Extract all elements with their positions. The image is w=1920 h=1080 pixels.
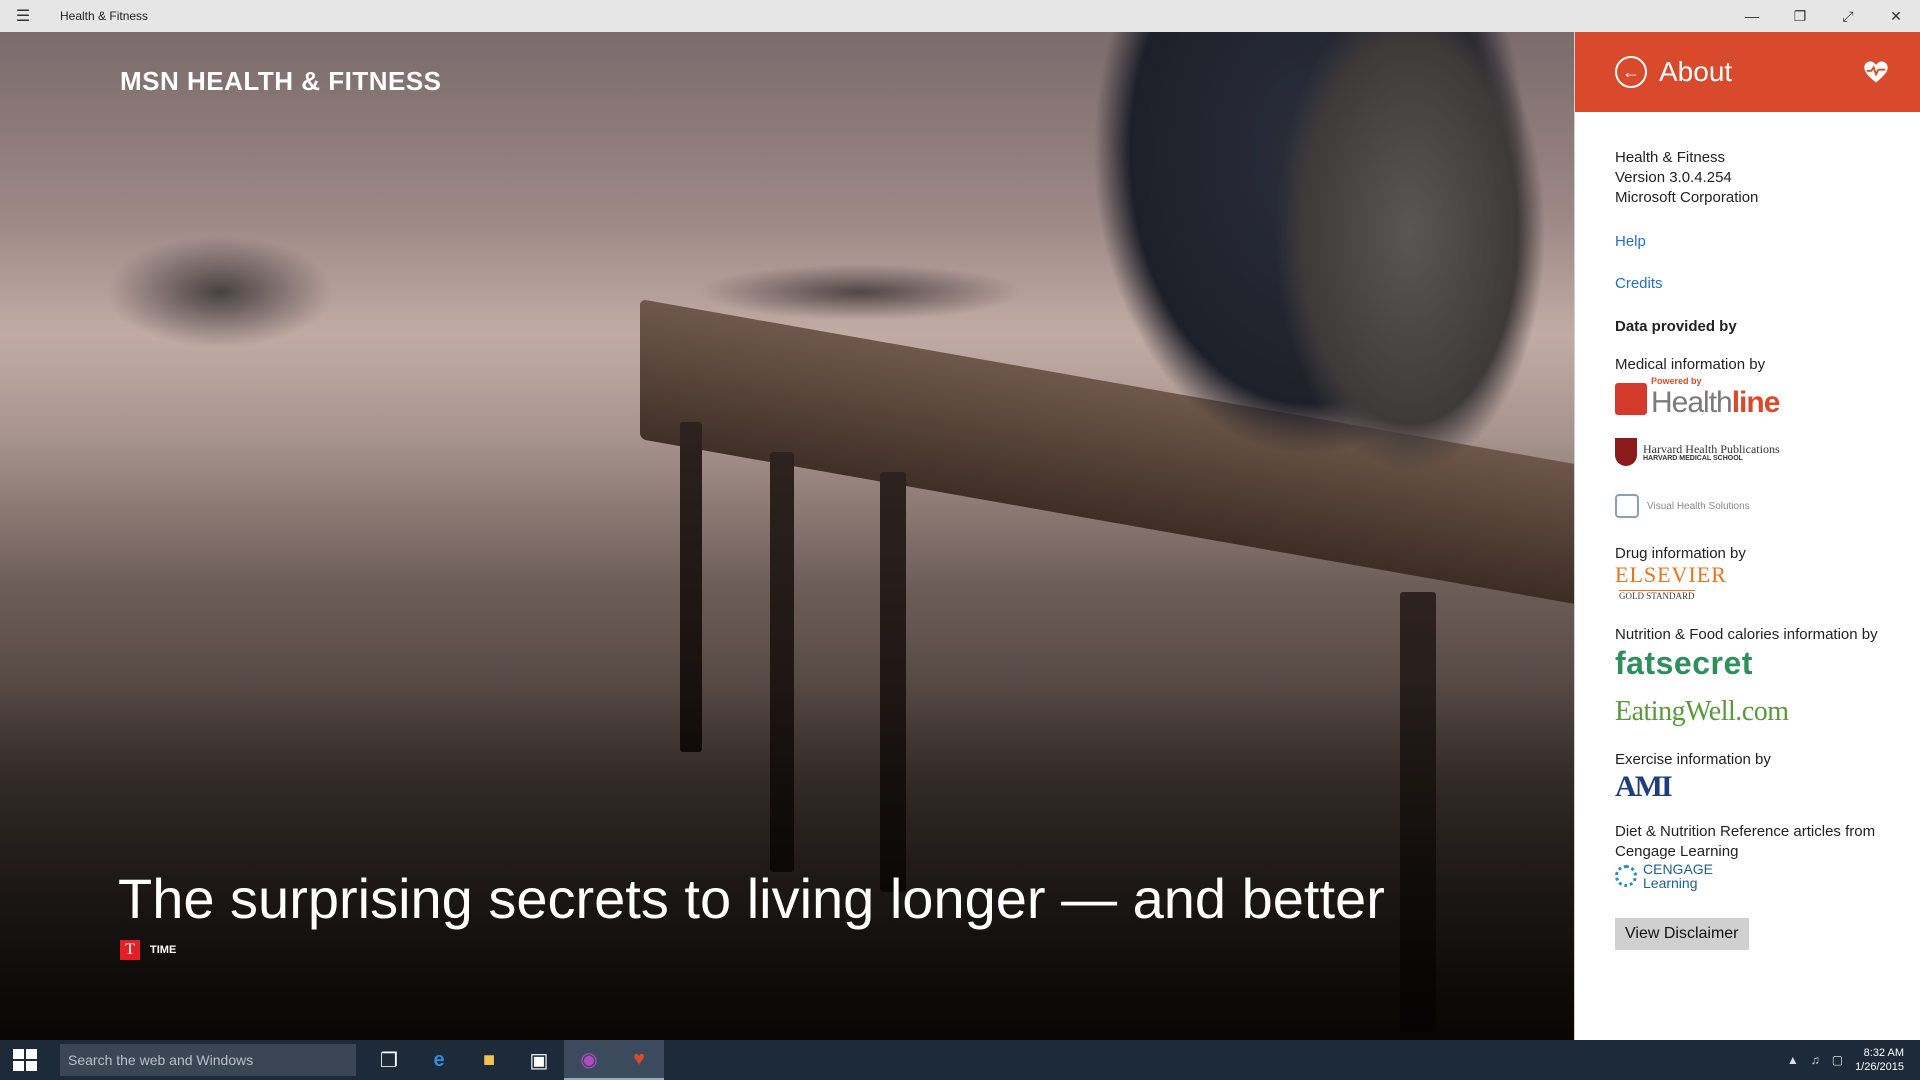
brand-title: MSN HEALTH & FITNESS	[120, 66, 442, 96]
eatingwell-logo: EatingWell.com	[1615, 696, 1789, 727]
restore-button[interactable]: ❐	[1776, 0, 1824, 32]
healthline-badge-icon	[1615, 382, 1647, 415]
window-controls: — ❐ ⤢ ✕	[1728, 0, 1920, 32]
app-name: Health & Fitness	[1615, 149, 1726, 166]
heart-pulse-icon	[1864, 61, 1888, 83]
clock-time: 8:32 AM	[1863, 1047, 1904, 1059]
file-explorer-icon[interactable]: ■	[464, 1040, 514, 1080]
onenote-icon[interactable]: ◉	[564, 1040, 614, 1080]
title-bar: ☰ Health & Fitness — ❐ ⤢ ✕	[0, 0, 1920, 32]
help-link[interactable]: Help	[1615, 233, 1920, 250]
minimize-button[interactable]: —	[1728, 0, 1776, 32]
source-name: TIME	[150, 944, 177, 956]
article-source: T TIME	[120, 940, 176, 960]
store-icon[interactable]: ▣	[514, 1040, 564, 1080]
close-button[interactable]: ✕	[1872, 0, 1920, 32]
healthline-logo: Powered by Healthline	[1615, 377, 1920, 420]
view-disclaimer-button[interactable]: View Disclaimer	[1615, 918, 1749, 950]
hamburger-menu-icon[interactable]: ☰	[0, 0, 46, 32]
harvard-shield-icon	[1615, 438, 1637, 466]
drug-info-label: Drug information by	[1615, 545, 1746, 562]
exercise-info-label: Exercise information by	[1615, 751, 1771, 768]
app-version: Version 3.0.4.254	[1615, 169, 1732, 186]
volume-icon[interactable]: ♫	[1811, 1053, 1820, 1067]
back-arrow-icon[interactable]: ←	[1615, 56, 1647, 88]
taskbar-search[interactable]: Search the web and Windows	[60, 1044, 356, 1076]
ami-logo: AMI	[1615, 770, 1673, 803]
internet-explorer-icon[interactable]: e	[414, 1040, 464, 1080]
time-logo-icon: T	[120, 940, 140, 960]
bottom-shade	[0, 680, 1574, 1040]
visual-health-icon	[1615, 494, 1639, 518]
about-header: ← About	[1575, 32, 1920, 112]
fullscreen-button[interactable]: ⤢	[1824, 0, 1872, 32]
nutrition-info-label: Nutrition & Food calories information by	[1615, 626, 1878, 643]
clock-date: 1/26/2015	[1855, 1061, 1904, 1073]
about-body: Health & Fitness Version 3.0.4.254 Micro…	[1575, 112, 1920, 950]
task-view-icon[interactable]: ❐	[364, 1040, 414, 1080]
system-tray: ▲ ♫ ▢ 8:32 AM 1/26/2015	[1787, 1040, 1904, 1080]
cengage-icon	[1615, 865, 1637, 887]
diet-info-label: Diet & Nutrition Reference articles from…	[1615, 823, 1876, 860]
start-button[interactable]	[0, 1040, 50, 1080]
taskbar-clock[interactable]: 8:32 AM 1/26/2015	[1855, 1046, 1904, 1074]
app-company: Microsoft Corporation	[1615, 189, 1759, 206]
windows-logo-icon	[13, 1049, 37, 1071]
harvard-logo: Harvard Health Publications HARVARD MEDI…	[1615, 438, 1920, 466]
action-center-icon[interactable]: ▢	[1832, 1053, 1843, 1067]
blanket-shape	[1230, 32, 1574, 552]
elsevier-logo: ELSEVIER GOLD STANDARD	[1615, 562, 1727, 602]
health-fitness-taskbar-icon[interactable]: ♥	[614, 1040, 664, 1080]
window-title: Health & Fitness	[60, 9, 149, 23]
medical-info-label: Medical information by	[1615, 356, 1766, 373]
network-icon[interactable]: ▲	[1787, 1053, 1799, 1067]
hero-headline[interactable]: The surprising secrets to living longer …	[118, 866, 1385, 931]
cengage-logo: CENGAGE Learning	[1615, 862, 1920, 890]
taskbar: Search the web and Windows ❐ e ■ ▣ ◉ ♥ ▲…	[0, 1040, 1920, 1080]
about-panel: ← About Health & Fitness Version 3.0.4.2…	[1574, 32, 1920, 1040]
credits-link[interactable]: Credits	[1615, 275, 1920, 292]
visual-health-logo: Visual Health Solutions	[1615, 494, 1920, 518]
data-provided-heading: Data provided by	[1615, 318, 1737, 335]
fatsecret-logo: fatsecret	[1615, 645, 1753, 681]
about-title: About	[1659, 56, 1733, 87]
